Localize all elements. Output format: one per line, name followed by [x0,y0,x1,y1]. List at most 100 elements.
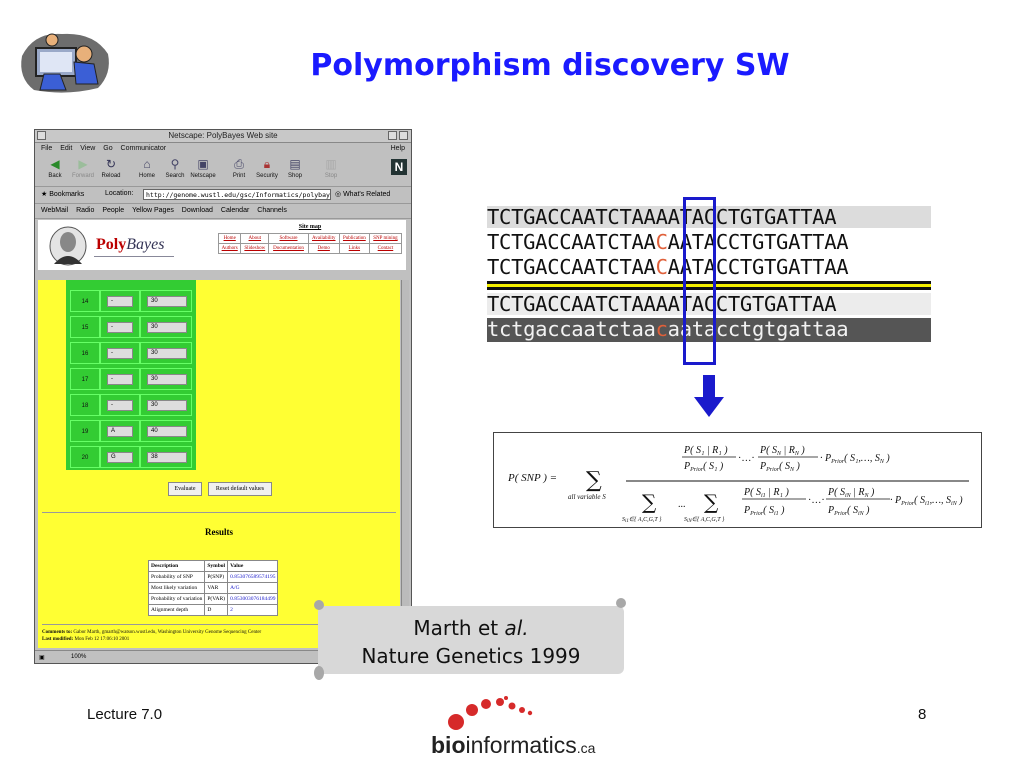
bookmarks-button[interactable]: ★ Bookmarks [41,190,84,198]
whats-related-button[interactable]: ◎ What's Related [335,190,390,198]
window-title: Netscape: PolyBayes Web site [168,131,278,140]
sitemap-slideshow-link[interactable]: Slideshow [240,243,270,254]
table-row: 18 - 30 [70,394,192,416]
table-row: Alignment depth D 2 [147,604,279,616]
forward-button[interactable]: ▶ Forward [69,157,97,179]
menu-help[interactable]: Help [391,143,405,154]
calendar-link[interactable]: Calendar [221,207,249,214]
yellow-pages-link[interactable]: Yellow Pages [132,207,174,214]
comments-contact[interactable]: Gabor Marth, gmarth@watson.wustl.edu, Wa… [73,630,261,635]
search-icon: ⚲ [170,157,180,171]
content-frame: 14 - 30 15 - 30 16 - 30 17 - 30 18 - 30 … [38,280,400,648]
svg-text:∑: ∑ [704,490,719,514]
sitemap-contact-link[interactable]: Contact [368,243,403,254]
reload-button[interactable]: ↻ Reload [97,157,125,179]
table-row: 15 - 30 [70,316,192,338]
vertical-scrollbar[interactable] [401,280,409,648]
stop-icon: ▥ [325,157,337,171]
base-select[interactable]: - [107,296,133,307]
channels-link[interactable]: Channels [257,207,287,214]
sitemap-snp-mining-link[interactable]: SNP mining [368,233,403,244]
security-status-icon[interactable]: ▣ [39,652,45,665]
svg-text:PPrior( S₁ ): PPrior( S₁ ) [683,461,724,473]
sitemap-documentation-link[interactable]: Documentation [268,243,309,254]
quality-select[interactable]: 30 [147,348,187,359]
radio-link[interactable]: Radio [76,207,94,214]
printer-icon: ⎙ [234,157,244,171]
zoom-window-button[interactable] [388,131,397,140]
sitemap-demo-link[interactable]: Demo [307,243,340,254]
sitemap-availability-link[interactable]: Availability [307,233,340,244]
quality-select[interactable]: 30 [147,296,187,307]
results-title: Results [204,527,233,537]
svg-text:·…·: ·…· [808,495,825,506]
results-header-description: Description [147,560,206,572]
base-select[interactable]: A [107,426,133,437]
webmail-link[interactable]: WebMail [41,207,68,214]
sitemap-links-link[interactable]: Links [338,243,370,254]
base-select[interactable]: - [107,322,133,333]
home-icon: ⌂ [143,157,151,171]
sitemap-about-link[interactable]: About [240,233,270,244]
svg-text:PPrior( SiN ): PPrior( SiN ) [827,505,870,517]
sitemap-software-link[interactable]: Software [268,233,309,244]
site-map-title[interactable]: Site map [218,224,402,230]
url-input[interactable]: http://genome.wustl.edu/gsc/Informatics/… [143,189,331,200]
bioinformatics-logo: bioinformatics.ca [428,688,598,764]
base-select[interactable]: - [107,348,133,359]
print-button[interactable]: ⎙ Print [225,157,253,179]
quality-select[interactable]: 40 [147,426,187,437]
read-number: 16 [70,342,100,364]
quality-select[interactable]: 30 [147,322,187,333]
menu-communicator[interactable]: Communicator [121,145,167,152]
svg-text:· PPrior( S₁,…, SN ): · PPrior( S₁,…, SN ) [820,453,890,465]
collapse-window-button[interactable] [399,131,408,140]
shop-button[interactable]: ▤ Shop [281,157,309,179]
citation-journal: Nature Genetics 1999 [361,644,581,668]
security-button[interactable]: 🔒︎ Security [253,157,281,179]
read-number: 17 [70,368,100,390]
table-row: 16 - 30 [70,342,192,364]
stop-button[interactable]: ▥ Stop [317,157,345,179]
menu-edit[interactable]: Edit [60,145,72,152]
menu-file[interactable]: File [41,145,52,152]
results-header-symbol: Symbol [204,560,229,572]
evaluate-button[interactable]: Evaluate [168,482,202,496]
base-select[interactable]: - [107,400,133,411]
snp-probability-formula: P( SNP ) = ∑ all variable S P( S₁ | R₁ )… [493,432,982,528]
read-number: 14 [70,290,100,312]
menu-go[interactable]: Go [103,145,112,152]
close-window-button[interactable] [37,131,46,140]
svg-text:P( SiN | RN ): P( SiN | RN ) [827,487,875,499]
results-table: Description Symbol Value Probability of … [147,560,279,616]
browser-window: Netscape: PolyBayes Web site File Edit V… [34,129,412,664]
search-button[interactable]: ⚲ Search [161,157,189,179]
back-button[interactable]: ◀ Back [41,157,69,179]
netscape-icon: ▣ [197,157,209,171]
base-select[interactable]: G [107,452,133,463]
location-label: Location: [105,190,134,197]
base-select[interactable]: - [107,374,133,385]
sitemap-home-link[interactable]: Home [217,233,242,244]
menu-view[interactable]: View [80,145,95,152]
quality-select[interactable]: 38 [147,452,187,463]
table-row: 17 - 30 [70,368,192,390]
table-row: Probability of variation P(VAR) 0.853003… [147,593,279,605]
sitemap-publication-link[interactable]: Publication [338,233,370,244]
people-link[interactable]: People [102,207,124,214]
menu-bar: File Edit View Go Communicator Help [35,143,411,154]
quality-select[interactable]: 30 [147,400,187,411]
download-link[interactable]: Download [182,207,213,214]
table-row: 19 A 40 [70,420,192,442]
sitemap-authors-link[interactable]: Authors [217,243,242,254]
home-button[interactable]: ⌂ Home [133,157,161,179]
svg-text:PPrior( Si1 ): PPrior( Si1 ) [743,505,785,517]
reset-default-values-button[interactable]: Reset default values [208,482,272,496]
netscape-button[interactable]: ▣ Netscape [189,157,217,179]
svg-text:...: ... [678,499,686,510]
netscape-logo-icon: N [391,159,407,175]
svg-text:PPrior( SN ): PPrior( SN ) [759,461,800,473]
computer-clipart-icon [21,33,109,93]
footer-lecture: Lecture 7.0 [87,706,163,723]
quality-select[interactable]: 30 [147,374,187,385]
